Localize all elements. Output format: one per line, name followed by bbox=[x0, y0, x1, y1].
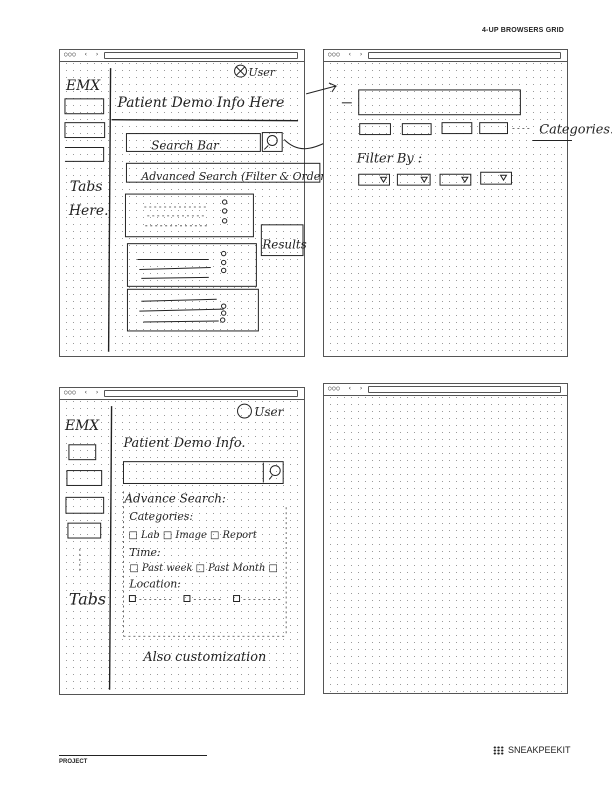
nav-box-2 bbox=[66, 470, 103, 486]
search-bar-box bbox=[122, 461, 284, 484]
result-card-1 bbox=[124, 193, 254, 238]
location-label: Location: bbox=[128, 578, 181, 591]
brand-dots-icon bbox=[493, 745, 504, 755]
page-header-title: 4-UP BROWSERS GRID bbox=[481, 27, 564, 34]
browser-sketch-1: ○○○ ‹ › User EMX Tabs Here. Patient Demo… bbox=[59, 49, 330, 357]
categories-annotation: Categories. bbox=[539, 123, 612, 138]
nav-box-3 bbox=[65, 496, 105, 514]
user-label: User bbox=[254, 405, 284, 419]
user-label: User bbox=[248, 66, 275, 79]
nav-box-1 bbox=[68, 444, 97, 461]
result-card-2 bbox=[126, 243, 257, 287]
browser-sketch-4-empty: ○○○ ‹ › bbox=[323, 383, 568, 694]
search-bar-label: Search Bar bbox=[151, 138, 220, 152]
category-box-3 bbox=[441, 122, 473, 135]
search-icon bbox=[269, 465, 281, 477]
category-box-2 bbox=[401, 123, 432, 136]
large-search-box bbox=[358, 89, 521, 116]
advance-search-label: Advance Search: bbox=[123, 491, 225, 505]
user-icon bbox=[237, 403, 252, 419]
nav-box-1 bbox=[64, 98, 105, 115]
advanced-search-label: Advanced Search (Filter & Order) bbox=[140, 170, 329, 183]
arrow-head bbox=[306, 82, 338, 95]
brand-logo: SNEAKPEEKIT bbox=[493, 745, 571, 755]
category-options: □ Lab □ Image □ Report bbox=[128, 530, 256, 541]
brand-name: SNEAKPEEKIT bbox=[508, 745, 571, 755]
user-icon-mark bbox=[236, 66, 245, 76]
browser-chrome: ○○○ ‹ › bbox=[324, 384, 567, 396]
categories-label: Categories: bbox=[129, 510, 193, 523]
search-icon bbox=[266, 135, 278, 146]
window-dots-icon: ○○○ bbox=[328, 385, 341, 392]
search-icon-handle bbox=[263, 145, 269, 150]
patient-info-label: Patient Demo Info. bbox=[122, 436, 245, 451]
tabs-label-line1: Tabs bbox=[70, 179, 102, 195]
filter-by-label: Filter By : bbox=[356, 151, 422, 166]
sketch-drawing-3: User EMX Tabs Patient Demo Info. Advance… bbox=[64, 403, 287, 690]
nav-box-2 bbox=[64, 122, 106, 139]
sketch-drawing-1: User EMX Tabs Here. Patient Demo Info He… bbox=[64, 64, 330, 352]
tabs-label: Tabs bbox=[69, 589, 106, 608]
category-box-1 bbox=[359, 123, 391, 136]
header-divider bbox=[111, 118, 299, 122]
time-label: Time: bbox=[129, 546, 160, 559]
category-box-4 bbox=[479, 122, 508, 135]
sidebar-divider bbox=[108, 406, 113, 690]
logo-emx: EMX bbox=[65, 78, 101, 94]
address-bar bbox=[368, 386, 561, 393]
time-options: □ Past week □ Past Month □ bbox=[129, 563, 277, 574]
tabs-label-line2: Here. bbox=[68, 203, 109, 219]
logo-emx: EMX bbox=[64, 418, 100, 434]
project-line bbox=[59, 755, 207, 756]
project-label: PROJECT bbox=[59, 759, 88, 765]
filter-dropdown-4 bbox=[480, 171, 512, 185]
results-label: Results bbox=[261, 238, 306, 252]
browser-sketch-3: ○○○ ‹ › User EMX Tabs Patient Demo Info.… bbox=[59, 387, 305, 695]
patient-info-label: Patient Demo Info Here bbox=[117, 95, 285, 111]
nav-box-3 bbox=[64, 146, 105, 162]
customization-note: Also customization bbox=[142, 650, 266, 665]
browser-sketch-2: ○○○ ‹ › Categories. Filter By : bbox=[306, 49, 612, 357]
sidebar-divider bbox=[107, 68, 112, 352]
arrow-to-sketch-2 bbox=[283, 139, 329, 150]
nav-box-4 bbox=[67, 522, 102, 539]
sketch-drawing-2: Categories. Filter By : bbox=[306, 82, 612, 186]
nav-arrows-icon: ‹ › bbox=[348, 385, 365, 392]
